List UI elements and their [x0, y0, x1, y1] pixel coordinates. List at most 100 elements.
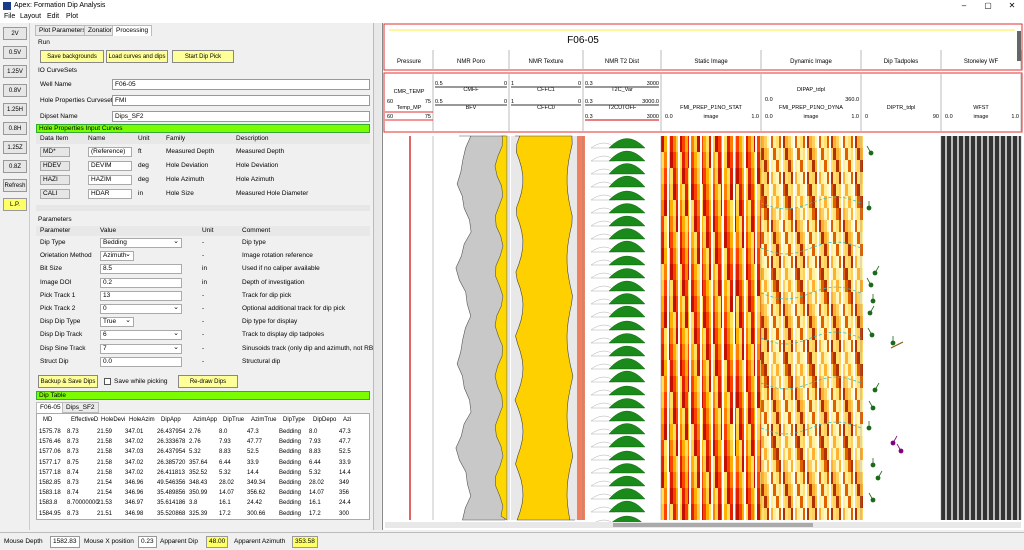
parameter-value-field[interactable]: Azimuth	[100, 251, 134, 262]
dip-table-header[interactable]: EffectiveD	[71, 417, 98, 423]
dip-table-cell[interactable]: 8.0	[309, 429, 317, 435]
parameter-value-field[interactable]: 7	[100, 343, 182, 354]
log-plot[interactable]: F06-05 Pressure NMR Poro NMR Texture NMR T2 …	[382, 23, 1024, 530]
dip-table-header[interactable]: MD	[43, 417, 52, 423]
menu-layout[interactable]: Layout	[20, 13, 41, 20]
hole-curve-cell[interactable]: CALI	[40, 189, 70, 199]
dip-table-header[interactable]: HoleAzim	[129, 417, 155, 423]
dipset-field[interactable]: Dips_SF2	[112, 111, 370, 122]
dip-table-header[interactable]: Azi	[343, 417, 351, 423]
dip-table-cell[interactable]: 7.93	[219, 439, 231, 445]
dip-table-cell[interactable]: 35.614186	[157, 500, 185, 506]
dip-table-cell[interactable]: 21.59	[97, 429, 112, 435]
parameter-row[interactable]: Dip Type Bedding - Dip type	[36, 237, 370, 249]
dip-table-cell[interactable]: 8.83	[309, 449, 321, 455]
dip-table-cell[interactable]: 348.43	[189, 480, 207, 486]
parameter-row[interactable]: Orietation Method Azimuth - Image rotation …	[36, 250, 370, 262]
parameter-row[interactable]: Bit Size 8.5 in Used if no caliper availabl…	[36, 263, 370, 275]
dip-table-cell[interactable]: 346.97	[125, 500, 143, 506]
dip-table-cell[interactable]: 347.01	[125, 429, 143, 435]
dip-table-cell[interactable]: 8.74	[67, 490, 79, 496]
menu-plot[interactable]: Plot	[66, 13, 78, 20]
start-dip-pick-button[interactable]: Start Dip Pick	[172, 50, 234, 63]
dip-table-cell[interactable]: Bedding	[279, 511, 301, 517]
parameter-value-field[interactable]: 8.5	[100, 264, 182, 275]
refresh-button[interactable]: Refresh	[3, 179, 27, 192]
dip-table-cell[interactable]: 24.42	[247, 500, 262, 506]
dip-table-cell[interactable]: 1577.17	[39, 460, 61, 466]
dip-table-header[interactable]: AzimTrue	[251, 417, 276, 423]
dip-table-cell[interactable]: 26.385720	[157, 460, 185, 466]
dip-table-cell[interactable]: 347.02	[125, 470, 143, 476]
dip-table-cell[interactable]: 47.77	[247, 439, 262, 445]
parameter-value-field[interactable]: 6	[100, 330, 182, 341]
close-icon[interactable]: ✕	[1000, 0, 1024, 12]
dip-table-cell[interactable]: 347.02	[125, 460, 143, 466]
dip-table-cell[interactable]: 347.03	[125, 449, 143, 455]
dip-table-cell[interactable]: 357.64	[189, 460, 207, 466]
splitter[interactable]	[373, 23, 381, 530]
dip-table-cell[interactable]: 16.1	[309, 500, 321, 506]
dip-table-cell[interactable]: 8.73	[67, 511, 79, 517]
dip-table-cell[interactable]: 1577.06	[39, 449, 61, 455]
dip-table-cell[interactable]: 8.70000000	[67, 500, 99, 506]
dip-table-cell[interactable]: 1576.46	[39, 439, 61, 445]
dip-table-cell[interactable]: 49.546356	[157, 480, 185, 486]
dip-table-cell[interactable]: 1577.18	[39, 470, 61, 476]
dip-table-cell[interactable]: 14.07	[219, 490, 234, 496]
dip-table-cell[interactable]: 14.07	[309, 490, 324, 496]
dip-table-cell[interactable]: Bedding	[279, 490, 301, 496]
zoom-0-8v-button[interactable]: 0.8V	[3, 84, 27, 97]
parameter-value-field[interactable]: 0.2	[100, 277, 182, 288]
dip-table-cell[interactable]: 356	[339, 490, 349, 496]
dip-table-cell[interactable]: 350.99	[189, 490, 207, 496]
dip-table-cell[interactable]: 3.8	[189, 500, 197, 506]
dip-table-cell[interactable]: 47.3	[339, 429, 351, 435]
dip-table-cell[interactable]: Bedding	[279, 449, 301, 455]
hole-curve-cell[interactable]: MD*	[40, 147, 70, 157]
hole-curve-cell[interactable]: DEVIM	[88, 161, 132, 171]
dip-table-cell[interactable]: Bedding	[279, 500, 301, 506]
dip-table-cell[interactable]: 26.437954	[157, 449, 185, 455]
parameter-value-field[interactable]: 0	[100, 304, 182, 314]
dip-table-cell[interactable]: 21.51	[97, 511, 112, 517]
dip-table-cell[interactable]: 1582.85	[39, 480, 61, 486]
dip-table-cell[interactable]: 349	[339, 480, 349, 486]
well-name-field[interactable]: F06-05	[112, 79, 370, 90]
hole-curve-cell[interactable]: HDAR	[88, 189, 132, 199]
menu-file[interactable]: File	[4, 13, 15, 20]
dip-table-cell[interactable]: 26.333678	[157, 439, 185, 445]
menu-edit[interactable]: Edit	[47, 13, 59, 20]
dip-tab-dipset[interactable]: Dips_SF2	[62, 402, 99, 413]
dip-table-cell[interactable]: 33.9	[247, 460, 259, 466]
hole-curve-row[interactable]: MD* (Reference) ft Measured Depth Measured D…	[36, 146, 370, 158]
dip-table-header[interactable]: DipApp	[161, 417, 181, 423]
dip-table-cell[interactable]: 1583.18	[39, 490, 61, 496]
hole-curve-row[interactable]: HAZI HAZIM deg Hole Azimuth Hole Azimuth	[36, 174, 370, 186]
parameter-row[interactable]: Pick Track 2 0 - Optional additional track …	[36, 303, 370, 315]
maximize-icon[interactable]: ▢	[976, 0, 1000, 12]
zoom-0-8h-button[interactable]: 0.8H	[3, 122, 27, 135]
tab-plot-parameters[interactable]: Plot Parameters	[35, 25, 90, 36]
dip-table-cell[interactable]: 21.53	[97, 500, 112, 506]
dip-table-cell[interactable]: 8.73	[67, 449, 79, 455]
dip-table-cell[interactable]: 24.4	[339, 500, 351, 506]
zoom-1-25v-button[interactable]: 1.25V	[3, 65, 27, 78]
lp-button[interactable]: L.P.	[3, 198, 27, 211]
redraw-dips-button[interactable]: Re-draw Dips	[178, 375, 238, 388]
dip-table-cell[interactable]: 2.76	[189, 439, 201, 445]
dip-table-cell[interactable]: 8.83	[219, 449, 231, 455]
save-backgrounds-button[interactable]: Save backgrounds	[40, 50, 104, 63]
dip-table-cell[interactable]: 17.2	[219, 511, 231, 517]
dip-table-cell[interactable]: 1575.78	[39, 429, 61, 435]
dip-table-cell[interactable]: 14.4	[247, 470, 259, 476]
dip-table-cell[interactable]: 5.32	[189, 449, 201, 455]
dip-table-cell[interactable]: 47.7	[339, 439, 351, 445]
dip-table-cell[interactable]: 6.44	[309, 460, 321, 466]
parameter-row[interactable]: Struct Dip 0.0 - Structural dip	[36, 356, 370, 368]
dip-table-cell[interactable]: 28.02	[309, 480, 324, 486]
hole-curve-cell[interactable]: HAZIM	[88, 175, 132, 185]
dip-table-cell[interactable]: 325.39	[189, 511, 207, 517]
dip-table-cell[interactable]: 352.52	[189, 470, 207, 476]
dip-table-cell[interactable]: 300	[339, 511, 349, 517]
